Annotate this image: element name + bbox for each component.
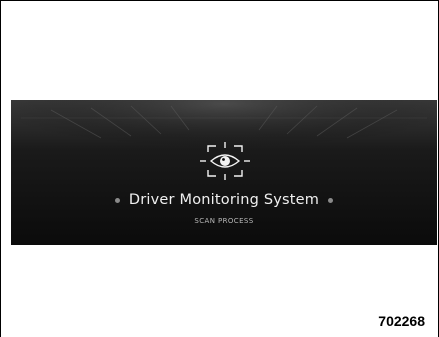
screen-subtitle: SCAN PROCESS <box>194 217 254 225</box>
left-dot-icon <box>114 197 120 203</box>
display-screen: Driver Monitoring System SCAN PROCESS <box>11 100 437 245</box>
title-row: Driver Monitoring System <box>11 190 437 210</box>
eye-scan-icon <box>198 140 252 182</box>
right-dot-icon <box>328 197 334 203</box>
screen-title: Driver Monitoring System <box>128 192 320 208</box>
figure-id: 702268 <box>378 313 425 329</box>
